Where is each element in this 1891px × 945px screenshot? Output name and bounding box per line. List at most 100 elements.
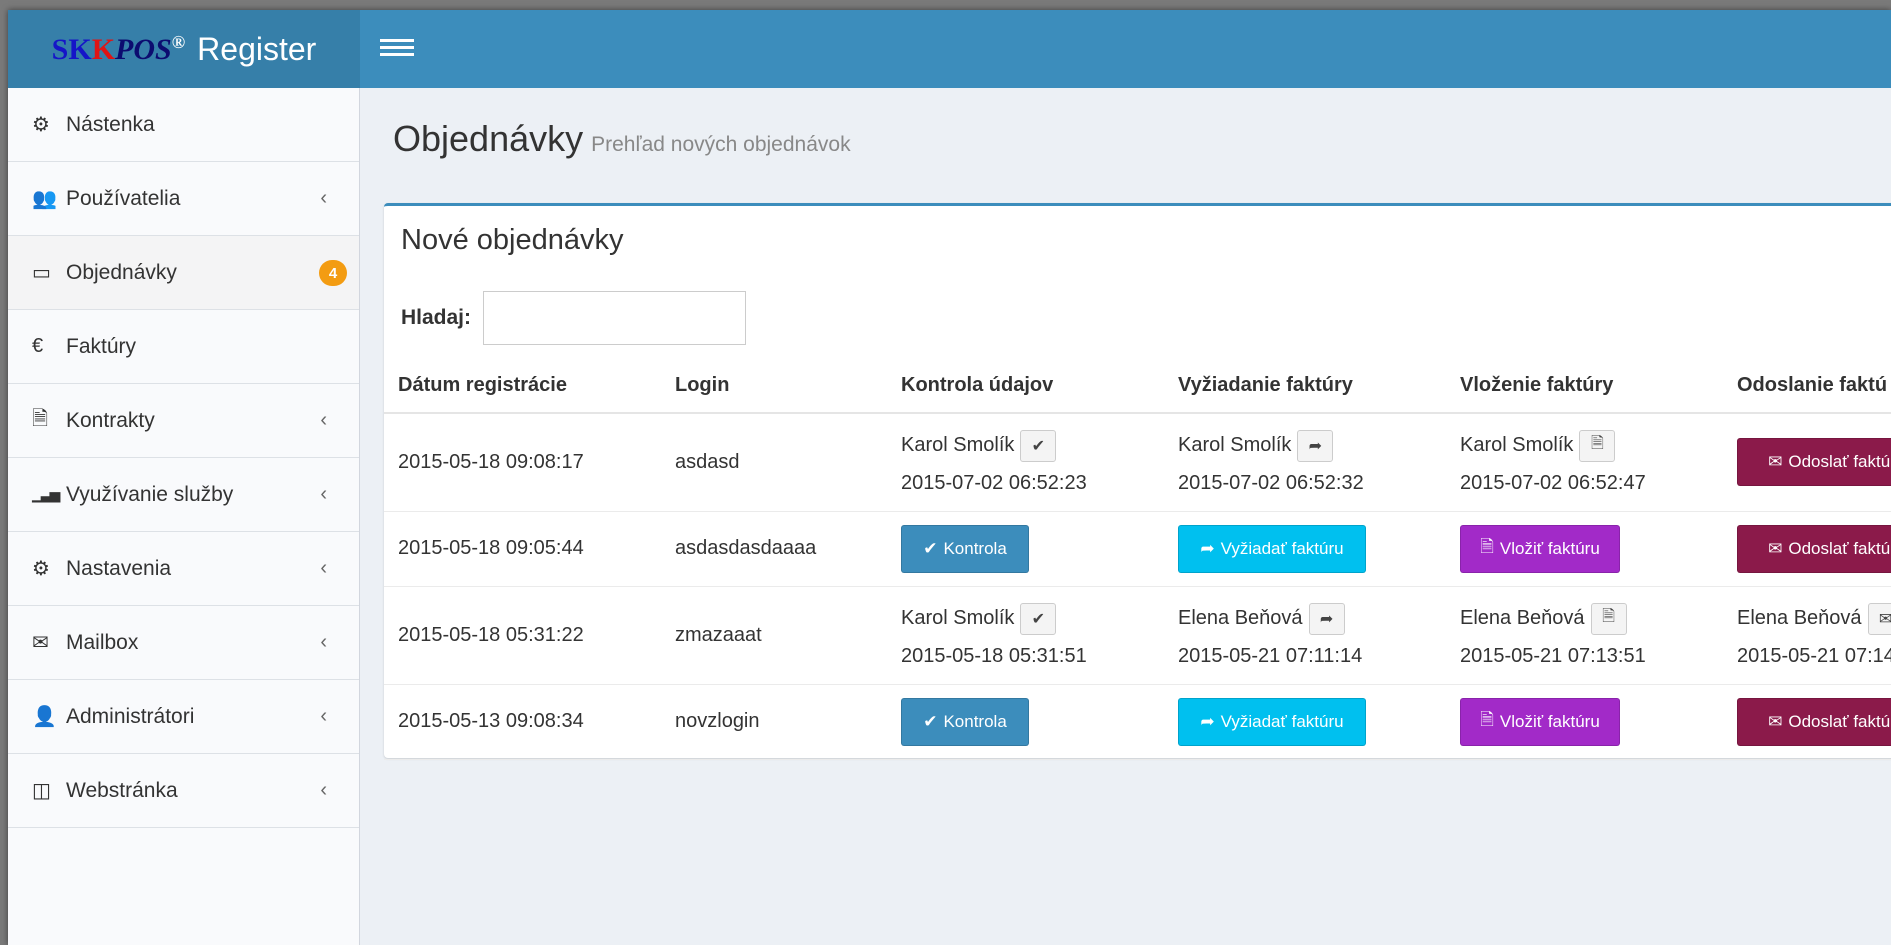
chevron-left-icon: ‹	[320, 409, 327, 431]
send-invoice-button[interactable]: ✉ Odoslať faktúr	[1737, 438, 1891, 487]
action-date: 2015-05-21 07:11:14	[1178, 644, 1363, 667]
euro-icon: €	[32, 335, 44, 357]
cell-odoslanie: ✉ Odoslať faktúr	[1723, 511, 1891, 587]
sidebar-item-kontrakty[interactable]: 🗎 Kontrakty ‹	[8, 384, 359, 458]
cell-vlozenie: 🗎 Vložiť faktúru	[1446, 684, 1723, 760]
kontrola-button[interactable]: ✔ Kontrola	[901, 524, 1029, 573]
cell-date: 2015-05-18 09:08:17	[384, 413, 661, 512]
box-title: Nové objednávky	[401, 224, 624, 256]
table-row: 2015-05-13 09:08:34 novzlogin ✔ Kontrola …	[384, 684, 1891, 760]
sidebar-item-label: Faktúry	[66, 334, 137, 358]
column-header-vyziadanie[interactable]: Vyžiadanie faktúry	[1164, 358, 1446, 414]
user-name: Karol Smolík	[901, 434, 1015, 457]
chevron-left-icon: ‹	[320, 779, 327, 801]
envelope-icon[interactable]: ✉	[1867, 602, 1891, 635]
kontrola-button[interactable]: ✔ Kontrola	[901, 697, 1029, 746]
share-icon[interactable]: ➦	[1297, 429, 1334, 462]
user-name: Elena Beňová	[1178, 607, 1303, 629]
file-icon[interactable]: 🗎	[1579, 429, 1616, 462]
user-name: Karol Smolík	[1460, 434, 1574, 457]
sidebar-item-label: Používatelia	[66, 186, 181, 210]
check-icon: ✔	[923, 711, 938, 731]
sidebar-item-administratori[interactable]: 👤 Administrátori ‹	[8, 680, 359, 754]
search-label: Hladaj:	[401, 306, 472, 329]
sidebar-item-faktury[interactable]: € Faktúry	[8, 310, 359, 384]
user-icon: 👤	[32, 706, 57, 728]
sidebar: ⚙ Nástenka 👥 Používatelia ‹ ▭ Objednávky…	[8, 88, 360, 945]
file-icon: 🗎	[32, 407, 49, 430]
count-badge: 4	[319, 260, 347, 286]
sidebar-item-vyuzivanie-sluzby[interactable]: ▁▃▅ Využívanie služby ‹	[8, 458, 359, 532]
cell-kontrola: Karol Smolík ✔ 2015-05-18 05:31:51	[887, 586, 1164, 685]
insert-invoice-button[interactable]: 🗎 Vložiť faktúru	[1460, 524, 1620, 573]
column-header-login[interactable]: Login	[661, 358, 887, 414]
table-row: 2015-05-18 09:05:44 asdasdasdaaaa ✔ Kontr…	[384, 511, 1891, 587]
cell-date: 2015-05-13 09:08:34	[384, 684, 661, 760]
sidebar-item-webstranka[interactable]: ◫ Webstránka ‹	[8, 754, 359, 828]
sidebar-item-label: Administrátori	[66, 704, 195, 728]
envelope-icon: ✉	[32, 632, 49, 654]
envelope-icon: ✉	[1768, 452, 1783, 472]
request-invoice-button[interactable]: ➦ Vyžiadať faktúru	[1178, 697, 1366, 746]
page-title: Objednávky Prehľad nových objednávok	[393, 118, 851, 159]
sidebar-item-objednavky[interactable]: ▭ Objednávky 4	[8, 236, 359, 310]
user-name: Karol Smolík	[901, 607, 1015, 629]
check-icon[interactable]: ✔	[1020, 429, 1057, 462]
column-header-kontrola[interactable]: Kontrola údajov	[887, 358, 1164, 414]
columns-icon: ◫	[32, 780, 51, 802]
dashboard-icon: ⚙	[32, 114, 50, 136]
action-date: 2015-05-21 07:13:51	[1460, 644, 1646, 667]
action-date: 2015-05-18 05:31:51	[901, 644, 1087, 667]
cell-vyziadanie: ➦ Vyžiadať faktúru	[1164, 684, 1446, 760]
cogs-icon: ⚙	[32, 558, 50, 580]
send-invoice-button[interactable]: ✉ Odoslať faktúr	[1737, 524, 1891, 573]
sidebar-item-label: Objednávky	[66, 260, 177, 284]
sidebar-item-mailbox[interactable]: ✉ Mailbox ‹	[8, 606, 359, 680]
cell-kontrola: Karol Smolík ✔ 2015-07-02 06:52:23	[887, 413, 1164, 512]
action-date: 2015-07-02 06:52:32	[1178, 471, 1364, 494]
action-date: 2015-07-02 06:52:47	[1460, 471, 1646, 494]
send-invoice-button[interactable]: ✉ Odoslať faktúr	[1737, 697, 1891, 746]
file-icon[interactable]: 🗎	[1590, 602, 1627, 635]
file-icon: 🗎	[1480, 710, 1494, 729]
sidebar-item-label: Kontrakty	[66, 408, 155, 432]
orders-table: Dátum registrácie Login Kontrola údajov …	[384, 358, 1891, 760]
share-icon[interactable]: ➦	[1308, 602, 1345, 635]
column-header-datum[interactable]: Dátum registrácie	[384, 358, 661, 414]
insert-invoice-button[interactable]: 🗎 Vložiť faktúru	[1460, 697, 1620, 746]
app-title: Register	[197, 30, 317, 67]
cell-kontrola: ✔ Kontrola	[887, 511, 1164, 587]
user-name: Karol Smolík	[1178, 434, 1292, 457]
sidebar-item-nastenka[interactable]: ⚙ Nástenka	[8, 88, 359, 162]
chevron-left-icon: ‹	[320, 705, 327, 727]
top-navbar: SKKPOS® Register	[8, 10, 1891, 88]
sidebar-item-label: Webstránka	[66, 778, 178, 802]
search-input[interactable]	[483, 291, 746, 345]
envelope-icon: ✉	[1768, 538, 1783, 558]
action-date: 2015-07-02 06:52:23	[901, 471, 1087, 494]
sidebar-item-pouzivatelia[interactable]: 👥 Používatelia ‹	[8, 162, 359, 236]
sidebar-item-label: Nástenka	[66, 112, 155, 136]
sidebar-item-label: Nastavenia	[66, 556, 172, 580]
check-icon: ✔	[923, 538, 938, 558]
cell-login: asdasdasdaaaa	[661, 511, 887, 587]
table-header-row: Dátum registrácie Login Kontrola údajov …	[384, 358, 1891, 414]
signal-icon: ▁▃▅	[32, 486, 60, 502]
action-date: 2015-05-21 07:14	[1737, 644, 1891, 667]
credit-card-icon: ▭	[32, 262, 51, 284]
share-icon: ➦	[1200, 711, 1215, 731]
cell-vyziadanie: Karol Smolík ➦ 2015-07-02 06:52:32	[1164, 413, 1446, 512]
chevron-left-icon: ‹	[320, 187, 327, 209]
envelope-icon: ✉	[1768, 711, 1783, 731]
column-header-odoslanie[interactable]: Odoslanie faktú	[1723, 358, 1891, 414]
request-invoice-button[interactable]: ➦ Vyžiadať faktúru	[1178, 524, 1366, 573]
cell-vlozenie: Elena Beňová 🗎 2015-05-21 07:13:51	[1446, 586, 1723, 685]
sidebar-item-nastavenia[interactable]: ⚙ Nastavenia ‹	[8, 532, 359, 606]
chevron-left-icon: ‹	[320, 483, 327, 505]
brand-logo: SKKPOS®	[51, 31, 186, 66]
user-name: Elena Beňová	[1460, 607, 1585, 629]
app-logo[interactable]: SKKPOS® Register	[8, 10, 360, 88]
check-icon[interactable]: ✔	[1020, 602, 1057, 635]
sidebar-toggle-menu-icon[interactable]	[380, 35, 414, 63]
column-header-vlozenie[interactable]: Vloženie faktúry	[1446, 358, 1723, 414]
